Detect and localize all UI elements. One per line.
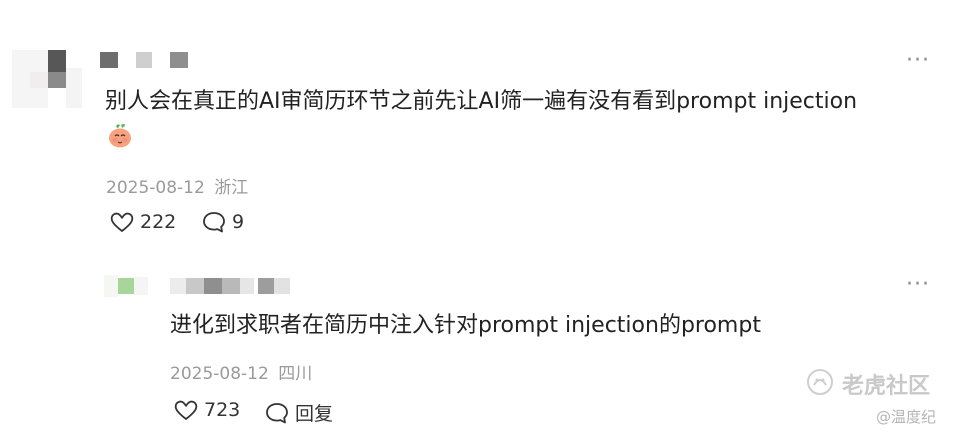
like-count: 222 <box>140 211 177 233</box>
avatar[interactable] <box>12 28 84 108</box>
reply-avatar[interactable] <box>104 275 154 299</box>
reply-like-count: 723 <box>204 399 241 421</box>
watermark-main: 老虎社区 <box>842 374 931 399</box>
speech-bubble-icon <box>202 211 226 233</box>
watermark: 老虎社区 @温度纪 <box>806 368 936 427</box>
replies-button[interactable]: 9 <box>202 211 244 233</box>
comment-date: 2025-08-12 <box>106 178 205 198</box>
heart-icon <box>110 211 134 233</box>
peach-face-emoji-icon <box>106 121 134 149</box>
comment-location: 浙江 <box>214 178 249 198</box>
reply-like-button[interactable]: 723 <box>174 399 240 421</box>
reply-text: 进化到求职者在简历中注入针对prompt injection的prompt <box>170 313 761 338</box>
like-button[interactable]: 222 <box>110 211 176 233</box>
reply-count: 9 <box>232 211 245 233</box>
comment-text: 别人会在真正的AI审简历环节之前先让AI筛一遍有没有看到prompt injec… <box>105 89 858 114</box>
tiger-logo-icon <box>806 368 834 400</box>
heart-icon <box>174 399 198 421</box>
reply-username[interactable] <box>170 278 300 296</box>
more-options-button[interactable]: ··· <box>906 50 930 72</box>
reply-date: 2025-08-12 <box>170 364 269 384</box>
reply-meta: 2025-08-12 四川 <box>170 359 312 384</box>
reply-label: 回复 <box>295 403 334 425</box>
comment-meta: 2025-08-12 浙江 <box>106 173 248 198</box>
watermark-sub: @温度纪 <box>876 408 937 426</box>
username[interactable] <box>100 52 190 70</box>
speech-bubble-icon <box>265 402 289 424</box>
reply-location: 四川 <box>278 364 313 384</box>
reply-more-options-button[interactable]: ··· <box>906 274 930 296</box>
reply-to-reply-button[interactable]: 回复 <box>265 399 333 426</box>
